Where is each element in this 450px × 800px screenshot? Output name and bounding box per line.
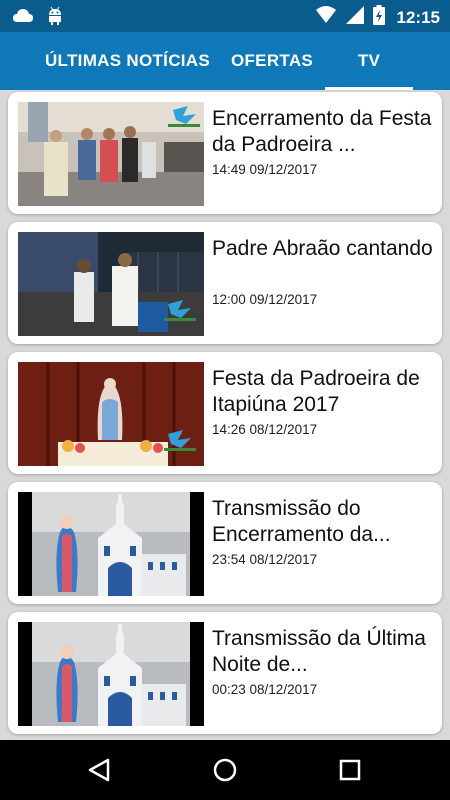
tab-tv[interactable]: TV bbox=[325, 32, 413, 90]
home-icon[interactable] bbox=[209, 754, 241, 786]
video-card[interactable]: Transmissão do Encerramento da... 23:54 … bbox=[8, 482, 442, 604]
video-date: 14:26 08/12/2017 bbox=[212, 422, 318, 437]
signal-icon bbox=[345, 5, 365, 30]
status-bar: 12:15 bbox=[0, 0, 450, 32]
video-date: 23:54 08/12/2017 bbox=[212, 552, 318, 567]
video-date: 00:23 08/12/2017 bbox=[212, 682, 318, 697]
cloud-icon bbox=[12, 6, 34, 31]
video-card[interactable]: Encerramento da Festa da Padroeira ... 1… bbox=[8, 92, 442, 214]
video-title: Transmissão da Última Noite de... bbox=[212, 627, 426, 676]
tab-ultimas-noticias[interactable]: ÚLTIMAS NOTÍCIAS bbox=[40, 32, 215, 90]
navigation-bar bbox=[0, 740, 450, 800]
video-card[interactable]: Festa da Padroeira de Itapiúna 2017 14:2… bbox=[8, 352, 442, 474]
wifi-icon bbox=[315, 5, 337, 30]
video-title: Encerramento da Festa da Padroeira ... bbox=[212, 107, 432, 156]
video-card[interactable]: Padre Abraão cantando 12:00 09/12/2017 bbox=[8, 222, 442, 344]
back-icon[interactable] bbox=[84, 754, 116, 786]
recents-icon[interactable] bbox=[334, 754, 366, 786]
video-thumbnail[interactable] bbox=[18, 102, 204, 206]
video-thumbnail[interactable] bbox=[18, 622, 204, 726]
video-thumbnail[interactable] bbox=[18, 362, 204, 466]
battery-icon bbox=[372, 5, 385, 30]
status-time: 12:15 bbox=[396, 7, 440, 27]
video-list[interactable]: Encerramento da Festa da Padroeira ... 1… bbox=[0, 90, 450, 740]
video-title: Festa da Padroeira de Itapiúna 2017 bbox=[212, 367, 420, 416]
video-date: 14:49 09/12/2017 bbox=[212, 162, 318, 177]
video-thumbnail[interactable] bbox=[18, 492, 204, 596]
video-title: Transmissão do Encerramento da... bbox=[212, 497, 391, 546]
android-icon bbox=[46, 6, 64, 31]
video-thumbnail[interactable] bbox=[18, 232, 204, 336]
tab-bar: ÚLTIMAS NOTÍCIAS OFERTAS TV bbox=[0, 32, 450, 90]
video-card[interactable]: Transmissão da Última Noite de... 00:23 … bbox=[8, 612, 442, 734]
tab-ofertas[interactable]: OFERTAS bbox=[222, 32, 322, 90]
video-date: 12:00 09/12/2017 bbox=[212, 292, 318, 307]
video-title: Padre Abraão cantando bbox=[212, 237, 433, 260]
